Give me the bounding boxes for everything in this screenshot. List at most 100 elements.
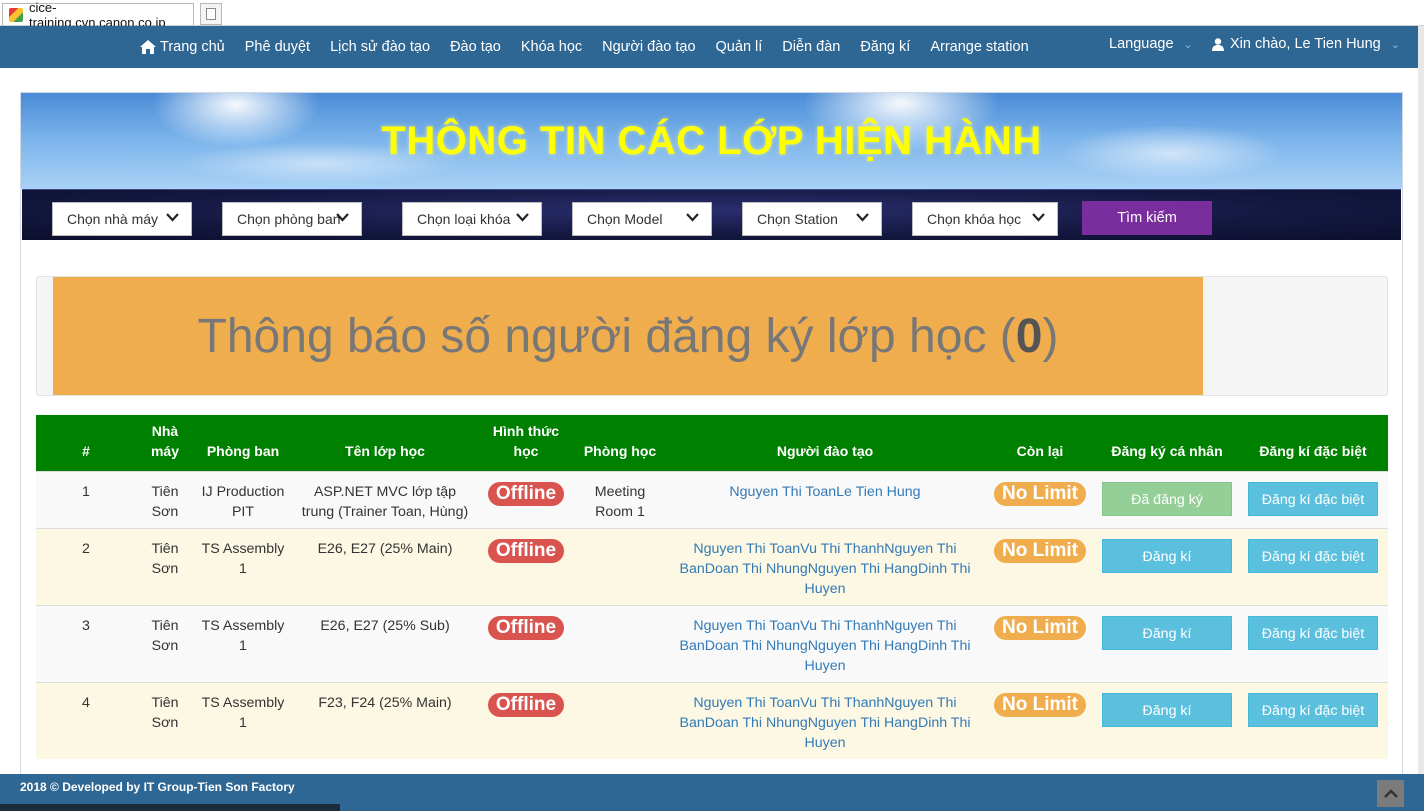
page-scrollbar[interactable]	[1418, 26, 1424, 774]
new-tab-button[interactable]	[200, 3, 222, 25]
cell-special-register: Đăng kí đặc biệt	[1238, 527, 1388, 605]
table-row: 1 Tiên Sơn IJ Production PIT ASP.NET MVC…	[36, 470, 1388, 528]
trainer-link[interactable]: Nguyen Thi ToanVu Thi ThanhNguyen Thi Ba…	[679, 695, 970, 751]
nav-item-trainers[interactable]: Người đào tạo	[602, 39, 695, 55]
cell-personal-register: Đăng kí	[1096, 604, 1238, 682]
class-table: # Nhà máy Phòng ban Tên lớp học Hình thứ…	[36, 415, 1388, 759]
nav-item-label: Đào tạo	[450, 39, 501, 55]
nav-item-arrange-station[interactable]: Arrange station	[930, 39, 1028, 55]
nav-item-forum[interactable]: Diễn đàn	[782, 39, 840, 55]
nav-item-courses[interactable]: Khóa học	[521, 39, 582, 55]
col-header-department: Phòng ban	[194, 415, 292, 471]
cell-format: Offline	[478, 527, 574, 605]
no-limit-badge: No Limit	[994, 692, 1086, 717]
cell-trainer: Nguyen Thi ToanVu Thi ThanhNguyen Thi Ba…	[666, 527, 984, 605]
register-button[interactable]: Đăng kí	[1102, 692, 1232, 727]
nav-item-label: Arrange station	[930, 39, 1029, 55]
chevron-down-icon: ⌄	[1183, 38, 1193, 51]
cell-special-register: Đăng kí đặc biệt	[1238, 470, 1388, 528]
nav-item-label: Phê duyệt	[244, 39, 311, 55]
cell-factory: Tiên Sơn	[136, 681, 194, 759]
model-select[interactable]: Chọn Model	[572, 202, 712, 236]
cell-num: 3	[36, 604, 136, 682]
user-greeting: Xin chào, Le Tien Hung	[1230, 36, 1381, 52]
table-header-row: # Nhà máy Phòng ban Tên lớp học Hình thứ…	[36, 415, 1388, 471]
register-button[interactable]: Đăng kí	[1102, 538, 1232, 573]
registered-button[interactable]: Đã đăng ký	[1102, 481, 1232, 516]
footer-shadow	[0, 804, 340, 811]
nav-item-home[interactable]: Trang chủ	[140, 39, 225, 55]
special-register-button[interactable]: Đăng kí đặc biệt	[1248, 481, 1378, 516]
department-select[interactable]: Chọn phòng ban	[222, 202, 362, 236]
course-type-select[interactable]: Chọn loại khóa	[402, 202, 542, 236]
chevron-down-icon	[686, 213, 699, 222]
cell-department: IJ Production PIT	[194, 470, 292, 528]
col-header-special-register: Đăng kí đặc biệt	[1238, 415, 1388, 471]
col-header-remaining: Còn lại	[984, 415, 1096, 471]
cell-num: 4	[36, 681, 136, 759]
trainer-link[interactable]: Nguyen Thi ToanLe Tien Hung	[729, 484, 920, 500]
table-row: 3 Tiên Sơn TS Assembly 1 E26, E27 (25% S…	[36, 604, 1388, 682]
search-button[interactable]: Tìm kiếm	[1082, 201, 1212, 235]
registration-notice-text: Thông báo số người đăng ký lớp học (0)	[198, 309, 1059, 364]
chevron-up-icon	[1383, 789, 1398, 798]
cell-class-name: F23, F24 (25% Main)	[292, 681, 478, 759]
cell-room: Meeting Room 1	[574, 470, 666, 528]
table-row: 2 Tiên Sơn TS Assembly 1 E26, E27 (25% M…	[36, 527, 1388, 605]
special-register-button[interactable]: Đăng kí đặc biệt	[1248, 692, 1378, 727]
home-icon	[140, 40, 156, 54]
nav-item-register[interactable]: Đăng kí	[860, 39, 910, 55]
register-button[interactable]: Đăng kí	[1102, 615, 1232, 650]
cell-factory: Tiên Sơn	[136, 527, 194, 605]
language-label: Language	[1109, 36, 1174, 52]
scroll-to-top-button[interactable]	[1377, 780, 1404, 807]
course-select[interactable]: Chọn khóa học	[912, 202, 1058, 236]
cell-class-name: ASP.NET MVC lớp tập trung (Trainer Toan,…	[292, 470, 478, 528]
offline-badge: Offline	[487, 692, 565, 717]
cell-factory: Tiên Sơn	[136, 470, 194, 528]
user-menu[interactable]: Xin chào, Le Tien Hung ⌄	[1212, 26, 1400, 62]
cell-format: Offline	[478, 470, 574, 528]
cell-class-name: E26, E27 (25% Sub)	[292, 604, 478, 682]
nav-item-training-history[interactable]: Lịch sử đào tạo	[330, 39, 430, 55]
cell-remaining: No Limit	[984, 470, 1096, 528]
col-header-num: #	[36, 415, 136, 471]
table-row: 4 Tiên Sơn TS Assembly 1 F23, F24 (25% M…	[36, 681, 1388, 759]
no-limit-badge: No Limit	[994, 481, 1086, 506]
trainer-link[interactable]: Nguyen Thi ToanVu Thi ThanhNguyen Thi Ba…	[679, 541, 970, 597]
col-header-class-name: Tên lớp học	[292, 415, 478, 471]
cell-factory: Tiên Sơn	[136, 604, 194, 682]
special-register-button[interactable]: Đăng kí đặc biệt	[1248, 538, 1378, 573]
nav-item-label: Người đào tạo	[602, 39, 696, 55]
user-icon	[1212, 37, 1224, 51]
station-select[interactable]: Chọn Station	[742, 202, 882, 236]
col-header-trainer: Người đào tạo	[666, 415, 984, 471]
new-page-icon	[206, 8, 216, 20]
cell-remaining: No Limit	[984, 527, 1096, 605]
cell-trainer: Nguyen Thi ToanVu Thi ThanhNguyen Thi Ba…	[666, 681, 984, 759]
course-type-select-value: Chọn loại khóa	[417, 211, 511, 227]
cell-personal-register: Đã đăng ký	[1096, 470, 1238, 528]
language-dropdown[interactable]: Language ⌄	[1109, 26, 1193, 62]
cell-remaining: No Limit	[984, 681, 1096, 759]
browser-tab[interactable]: cice-training.cvn.canon.co.jp	[2, 0, 194, 30]
nav-item-approval[interactable]: Phê duyệt	[245, 39, 310, 55]
nav-item-label: Quản lí	[715, 39, 763, 55]
cell-department: TS Assembly 1	[194, 681, 292, 759]
site-favicon-icon	[9, 7, 23, 22]
page-banner: THÔNG TIN CÁC LỚP HIỆN HÀNH	[21, 93, 1402, 189]
nav-item-training[interactable]: Đào tạo	[450, 39, 501, 55]
browser-tab-strip: cice-training.cvn.canon.co.jp	[0, 0, 1424, 30]
factory-select[interactable]: Chọn nhà máy	[52, 202, 192, 236]
page-title: THÔNG TIN CÁC LỚP HIỆN HÀNH	[381, 118, 1042, 163]
chevron-down-icon	[856, 213, 869, 222]
nav-item-management[interactable]: Quản lí	[716, 39, 763, 55]
cell-format: Offline	[478, 604, 574, 682]
cell-special-register: Đăng kí đặc biệt	[1238, 681, 1388, 759]
filter-bar: Chọn nhà máy Chọn phòng ban Chọn loại kh…	[22, 189, 1401, 240]
department-select-value: Chọn phòng ban	[237, 211, 341, 227]
trainer-link[interactable]: Nguyen Thi ToanVu Thi ThanhNguyen Thi Ba…	[679, 618, 970, 674]
special-register-button[interactable]: Đăng kí đặc biệt	[1248, 615, 1378, 650]
nav-item-label: Khóa học	[520, 39, 583, 55]
cell-trainer: Nguyen Thi ToanVu Thi ThanhNguyen Thi Ba…	[666, 604, 984, 682]
